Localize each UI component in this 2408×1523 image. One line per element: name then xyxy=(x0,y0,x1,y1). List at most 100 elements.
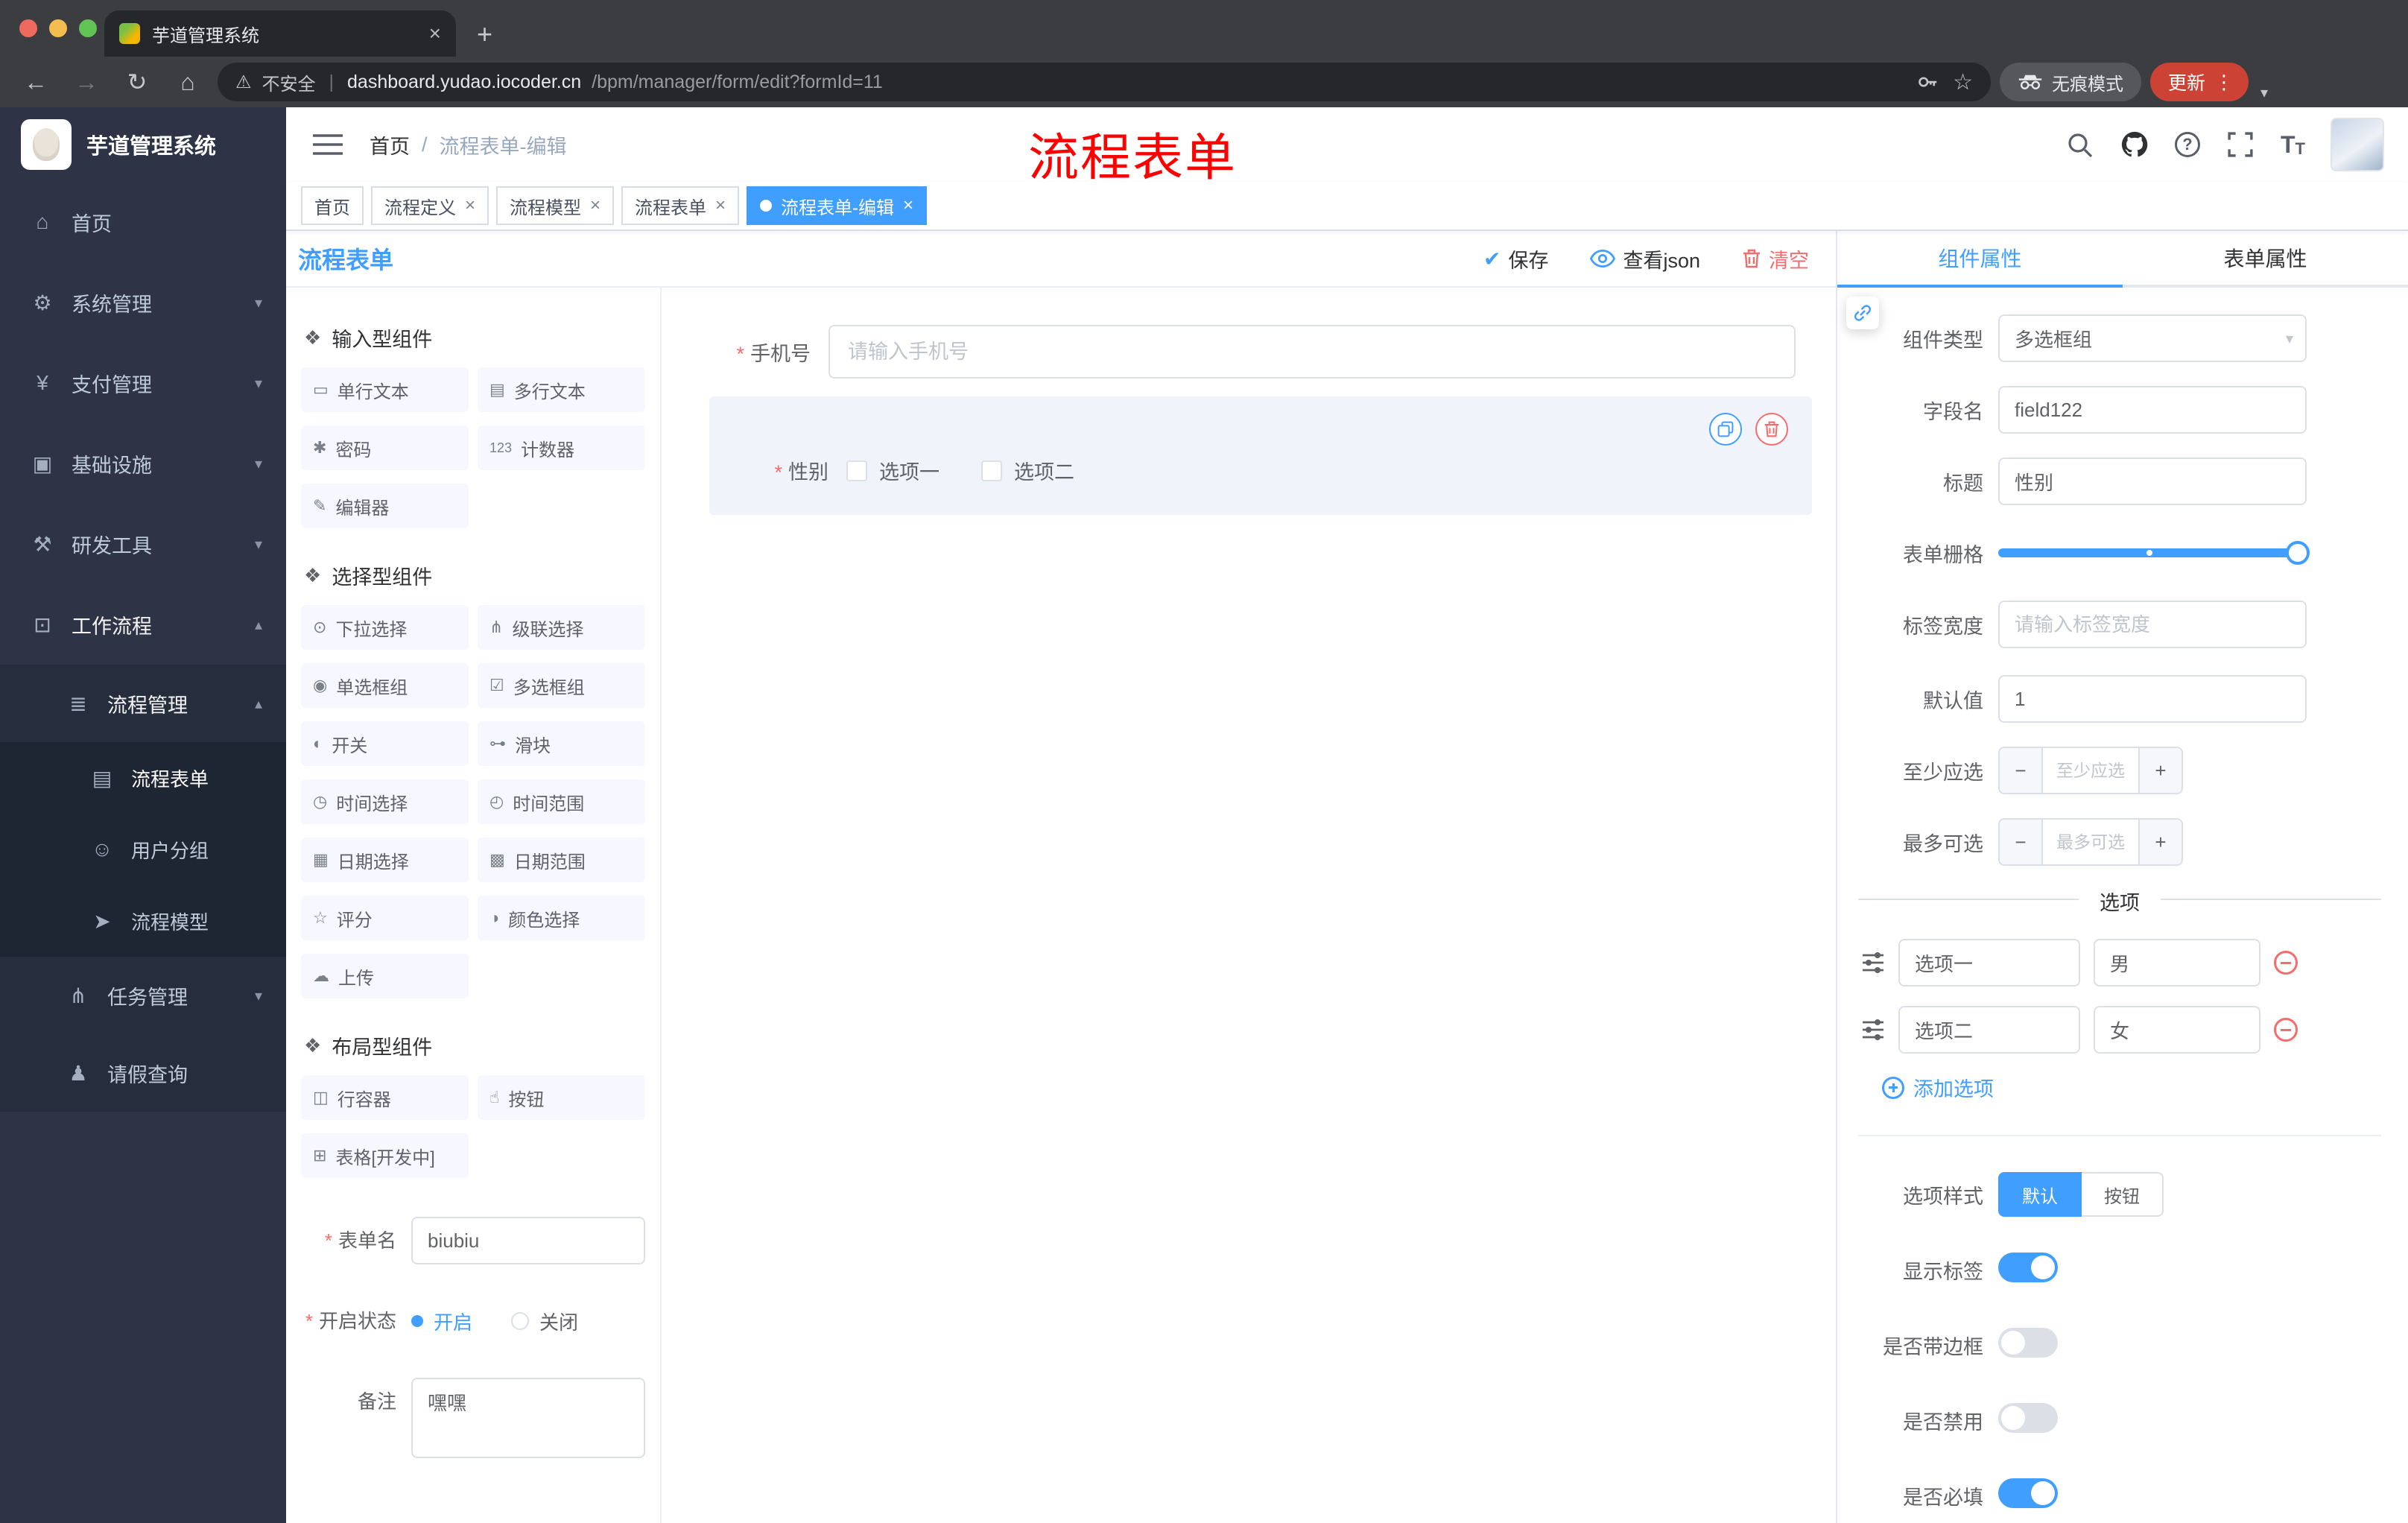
browser-tab[interactable]: 芋道管理系统 × xyxy=(104,10,456,57)
sidebar-item-task-mgmt[interactable]: ⋔ 任务管理 ▾ xyxy=(0,957,286,1034)
palette-item-dropdown[interactable]: ⊙ 下拉选择 xyxy=(301,605,469,650)
grid-slider[interactable] xyxy=(1998,529,2310,577)
sidebar-item-home[interactable]: ⌂ 首页 xyxy=(0,182,286,262)
view-json-button[interactable]: 查看json xyxy=(1590,244,1700,273)
status-radio-on[interactable]: 开启 xyxy=(411,1308,472,1335)
phone-input[interactable] xyxy=(828,325,1796,379)
palette-item-cascader[interactable]: ⋔ 级联选择 xyxy=(478,605,645,650)
sidebar-item-infra[interactable]: ▣ 基础设施 ▾ xyxy=(0,423,286,504)
stepper-increase-button[interactable]: + xyxy=(2138,748,2182,793)
tag-home[interactable]: 首页 xyxy=(301,186,364,225)
update-button[interactable]: 更新 ⋮ xyxy=(2150,63,2249,101)
tag-process-model[interactable]: 流程模型 × xyxy=(496,186,615,225)
clear-button[interactable]: 清空 xyxy=(1742,244,1809,273)
link-anchor-button[interactable] xyxy=(1846,297,1879,329)
palette-item-password[interactable]: ✱ 密码 xyxy=(301,425,469,470)
github-icon[interactable] xyxy=(2120,130,2149,159)
show-label-switch[interactable] xyxy=(1998,1253,2058,1282)
tag-close-icon[interactable]: × xyxy=(715,195,726,216)
tag-process-form-edit[interactable]: 流程表单-编辑 × xyxy=(747,186,928,225)
save-button[interactable]: ✔ 保存 xyxy=(1483,244,1548,273)
tab-close-icon[interactable]: × xyxy=(429,22,441,45)
status-radio-off[interactable]: 关闭 xyxy=(511,1308,578,1335)
sidebar-item-user-group[interactable]: ☺ 用户分组 xyxy=(0,814,286,885)
option2-value-input[interactable] xyxy=(2094,1006,2260,1054)
disabled-switch[interactable] xyxy=(1998,1403,2058,1433)
window-controls[interactable] xyxy=(19,19,97,37)
component-type-select[interactable]: 多选框组 ▾ xyxy=(1998,314,2307,362)
tag-close-icon[interactable]: × xyxy=(590,195,601,216)
field-gender-selected[interactable]: 性别 选项一 选项二 xyxy=(709,396,1812,515)
bookmark-star-icon[interactable]: ☆ xyxy=(1953,69,1973,95)
option1-label-input[interactable] xyxy=(1898,939,2080,987)
slider-handle[interactable] xyxy=(2286,541,2310,565)
option-style-default-button[interactable]: 默认 xyxy=(1998,1172,2082,1217)
palette-item-upload[interactable]: ☁ 上传 xyxy=(301,954,469,998)
fullscreen-icon[interactable] xyxy=(2225,130,2255,159)
breadcrumb-home[interactable]: 首页 xyxy=(370,130,410,159)
palette-item-counter[interactable]: 123 计数器 xyxy=(478,425,645,470)
palette-item-multiline-text[interactable]: ▤ 多行文本 xyxy=(478,367,645,412)
sidebar-item-payment[interactable]: ¥ 支付管理 ▾ xyxy=(0,343,286,423)
palette-item-switch[interactable]: ◐ 开关 xyxy=(301,721,469,766)
option-style-button-button[interactable]: 按钮 xyxy=(2082,1172,2164,1217)
font-size-icon[interactable]: TT xyxy=(2281,131,2305,159)
min-select-input[interactable] xyxy=(2043,748,2138,793)
browser-home-icon[interactable]: ⌂ xyxy=(167,69,209,96)
palette-item-slider[interactable]: ⊶ 滑块 xyxy=(478,721,645,766)
gender-option1-checkbox[interactable]: 选项一 xyxy=(846,456,940,485)
palette-item-checkbox-group[interactable]: ☑ 多选框组 xyxy=(478,663,645,708)
help-icon[interactable]: ? xyxy=(2175,132,2200,157)
title-input[interactable] xyxy=(1998,457,2307,505)
option2-label-input[interactable] xyxy=(1898,1006,2080,1054)
tab-form-props[interactable]: 表单属性 xyxy=(2123,231,2408,288)
reload-icon[interactable]: ↻ xyxy=(116,68,158,96)
new-tab-button[interactable]: + xyxy=(477,21,492,48)
sidebar-item-process-mgmt[interactable]: ≣ 流程管理 ▴ xyxy=(0,665,286,742)
add-option-button[interactable]: 添加选项 xyxy=(1882,1073,2408,1102)
field-name-input[interactable] xyxy=(1998,386,2307,434)
sidebar-item-devtools[interactable]: ⚒ 研发工具 ▾ xyxy=(0,504,286,584)
palette-item-single-line-text[interactable]: ▭ 单行文本 xyxy=(301,367,469,412)
palette-item-date-range[interactable]: ▩ 日期范围 xyxy=(478,838,645,882)
border-switch[interactable] xyxy=(1998,1328,2058,1358)
stepper-decrease-button[interactable]: − xyxy=(2000,820,2043,864)
palette-item-date-picker[interactable]: ▦ 日期选择 xyxy=(301,838,469,882)
window-minimize-button[interactable] xyxy=(49,19,67,37)
search-icon[interactable] xyxy=(2065,130,2094,159)
delete-component-button[interactable] xyxy=(1755,413,1788,446)
sidebar-item-system[interactable]: ⚙ 系统管理 ▾ xyxy=(0,262,286,343)
gender-option2-checkbox[interactable]: 选项二 xyxy=(981,456,1074,485)
form-name-input[interactable] xyxy=(411,1217,645,1264)
sidebar-item-workflow[interactable]: ⊡ 工作流程 ▴ xyxy=(0,584,286,665)
sidebar-item-process-model[interactable]: ➤ 流程模型 xyxy=(0,885,286,957)
tab-component-props[interactable]: 组件属性 xyxy=(1837,231,2123,288)
option1-value-input[interactable] xyxy=(2094,939,2260,987)
palette-item-time-range[interactable]: ◴ 时间范围 xyxy=(478,779,645,824)
sidebar-item-process-form[interactable]: ▤ 流程表单 xyxy=(0,742,286,814)
palette-item-row-container[interactable]: ◫ 行容器 xyxy=(301,1075,469,1120)
address-bar[interactable]: ⚠ 不安全 | dashboard.yudao.iocoder.cn/bpm/m… xyxy=(218,63,1991,101)
max-select-input[interactable] xyxy=(2043,820,2138,864)
palette-item-table[interactable]: ⊞ 表格[开发中] xyxy=(301,1133,469,1178)
chrome-caret-icon[interactable]: ▾ xyxy=(2260,83,2268,102)
remark-textarea[interactable]: 嘿嘿 xyxy=(411,1378,645,1458)
remove-option-icon[interactable] xyxy=(2274,951,2298,975)
drag-handle-icon[interactable] xyxy=(1861,1018,1885,1042)
sidebar-collapse-icon[interactable] xyxy=(313,128,346,161)
stepper-increase-button[interactable]: + xyxy=(2138,820,2182,864)
tag-close-icon[interactable]: × xyxy=(903,195,913,216)
app-logo[interactable]: 芋道管理系统 xyxy=(0,107,286,182)
back-icon[interactable]: ← xyxy=(15,69,57,96)
window-close-button[interactable] xyxy=(19,19,37,37)
default-value-input[interactable] xyxy=(1998,675,2307,723)
window-zoom-button[interactable] xyxy=(79,19,97,37)
label-width-input[interactable] xyxy=(1998,601,2307,648)
user-avatar[interactable] xyxy=(2331,118,2384,171)
stepper-decrease-button[interactable]: − xyxy=(2000,748,2043,793)
sidebar-item-leave-query[interactable]: ♟ 请假查询 xyxy=(0,1034,286,1112)
palette-item-rate[interactable]: ☆ 评分 xyxy=(301,896,469,940)
drag-handle-icon[interactable] xyxy=(1861,951,1885,975)
tag-process-definition[interactable]: 流程定义 × xyxy=(371,186,489,225)
palette-item-radio-group[interactable]: ◉ 单选框组 xyxy=(301,663,469,708)
